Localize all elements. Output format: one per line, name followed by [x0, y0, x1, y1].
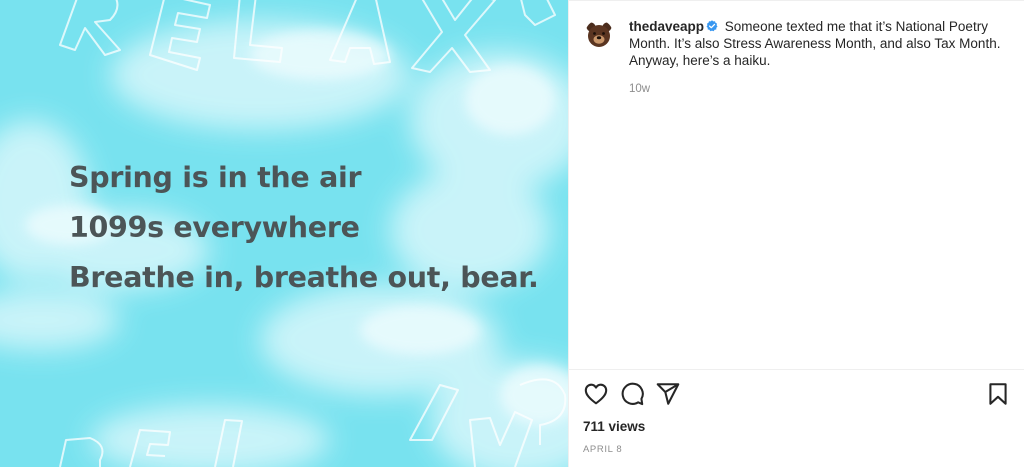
- actions-divider: [569, 369, 1024, 370]
- views-count[interactable]: 711 views: [583, 419, 645, 434]
- haiku-line-1: Spring is in the air: [69, 161, 362, 194]
- haiku-line-2: 1099s everywhere: [69, 211, 360, 244]
- like-button[interactable]: [583, 381, 609, 407]
- caption-timestamp[interactable]: 10w: [629, 83, 650, 95]
- haiku-line-3: Breathe in, breathe out, bear.: [69, 261, 539, 294]
- post-sidebar: thedaveapp Someone texted me that it’s N…: [568, 0, 1024, 467]
- heart-icon: [584, 383, 608, 405]
- username-link[interactable]: thedaveapp: [629, 19, 704, 34]
- post-date[interactable]: APRIL 8: [583, 444, 622, 455]
- haiku-text: Spring is in the air 1099s everywhere Br…: [69, 158, 539, 308]
- bookmark-icon: [989, 383, 1007, 405]
- share-button[interactable]: [655, 381, 681, 407]
- action-bar: [569, 381, 1024, 409]
- caption-text: thedaveapp Someone texted me that it’s N…: [629, 18, 1009, 69]
- avatar[interactable]: [585, 20, 613, 48]
- paper-plane-icon: [656, 383, 680, 405]
- bear-avatar-icon: [585, 20, 613, 48]
- comment-button[interactable]: [619, 381, 645, 407]
- caption-row: thedaveapp Someone texted me that it’s N…: [585, 18, 1015, 69]
- verified-badge-icon: [706, 20, 718, 32]
- save-button[interactable]: [985, 381, 1011, 407]
- top-divider: [569, 0, 1024, 1]
- comment-icon: [621, 382, 644, 406]
- post-image[interactable]: Spring is in the air 1099s everywhere Br…: [0, 0, 568, 467]
- instagram-post: Spring is in the air 1099s everywhere Br…: [0, 0, 1024, 467]
